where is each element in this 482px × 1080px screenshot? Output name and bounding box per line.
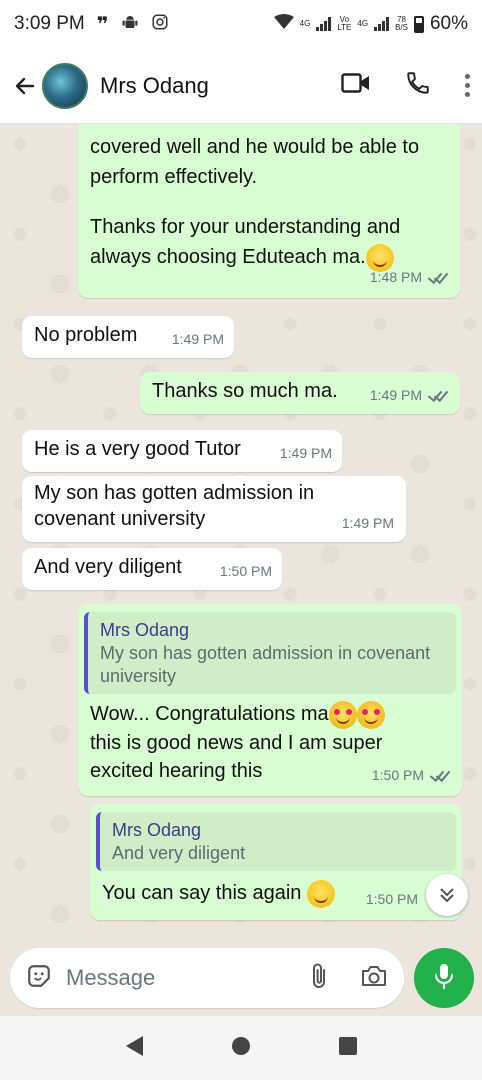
message-outgoing[interactable]: Thanks so much ma. 1:49 PM (140, 372, 460, 414)
quoted-message[interactable]: Mrs Odang My son has gotten admission in… (84, 612, 456, 694)
message-input[interactable] (66, 965, 266, 991)
instagram-notification-icon (151, 13, 169, 36)
message-meta: 1:48 PM (370, 262, 448, 292)
quoted-message[interactable]: Mrs Odang And very diligent (96, 812, 456, 871)
message-time: 1:49 PM (171, 331, 224, 347)
message-text: No problem (34, 324, 138, 346)
volte-indicator: Vo LTE (337, 15, 352, 32)
nav-recents-icon[interactable] (337, 1035, 359, 1062)
quoted-text-line: university (100, 666, 177, 686)
message-line: perform effectively. (90, 166, 258, 188)
message-time: 1:50 PM (365, 891, 418, 907)
message-line: this is good news and I am super (90, 731, 383, 754)
message-line: always choosing Eduteach ma. (90, 246, 366, 268)
composer (0, 940, 482, 1016)
message-incoming[interactable]: And very diligent 1:50 PM (22, 548, 282, 590)
message-time: 1:50 PM (219, 563, 272, 579)
message-time: 1:50 PM (371, 767, 424, 783)
message-outgoing-reply[interactable]: Mrs Odang And very diligent You can say … (90, 804, 462, 920)
wifi-icon (273, 13, 294, 35)
message-line: Wow... Congratulations ma (90, 703, 329, 725)
quoted-sender: Mrs Odang (100, 620, 190, 640)
quoted-text-line: My son has gotten admission in covenant (100, 643, 431, 663)
signal-2-icon (374, 17, 390, 31)
read-receipt-icon (428, 271, 448, 283)
battery-icon (413, 15, 424, 33)
message-line: My son has gotten admission in (34, 482, 315, 504)
message-time: 1:48 PM (369, 269, 422, 285)
message-meta: 1:50 PM (372, 760, 450, 790)
message-incoming[interactable]: No problem 1:49 PM (22, 316, 234, 358)
attach-icon[interactable] (308, 962, 330, 995)
network-type-1: 4G (299, 19, 311, 28)
signal-1-icon (316, 17, 332, 31)
quoted-sender: Mrs Odang (112, 820, 202, 840)
message-time: 1:49 PM (369, 387, 422, 403)
message-input-pill[interactable] (10, 948, 404, 1008)
message-text: Thanks so much ma. (152, 380, 338, 402)
scroll-down-icon[interactable] (426, 874, 468, 916)
message-text: And very diligent (34, 556, 182, 578)
message-line: covered well and he would be able to (90, 136, 420, 158)
message-line: Thanks for your understanding and (90, 216, 401, 238)
camera-icon[interactable] (360, 964, 388, 993)
back-arrow-icon[interactable] (12, 73, 38, 99)
quoted-text: And very diligent (112, 843, 246, 863)
contact-avatar[interactable] (42, 62, 88, 109)
message-incoming[interactable]: My son has gotten admission in covenant … (22, 476, 406, 542)
hearts-face-emoji-icon (328, 700, 357, 729)
data-speed: 78 B/S (395, 15, 408, 32)
message-incoming[interactable]: He is a very good Tutor 1:49 PM (22, 430, 342, 472)
mic-button[interactable] (414, 948, 474, 1008)
nav-home-icon[interactable] (230, 1035, 252, 1062)
message-time: 1:49 PM (279, 445, 332, 461)
read-receipt-icon (430, 769, 450, 781)
read-receipt-icon (428, 389, 448, 401)
battery-percent: 60% (429, 13, 468, 34)
message-line: covenant university (34, 508, 206, 530)
nav-back-icon[interactable] (123, 1034, 145, 1063)
message-outgoing-reply[interactable]: Mrs Odang My son has gotten admission in… (78, 604, 462, 796)
grinning-emoji-icon (306, 879, 335, 908)
message-text: He is a very good Tutor (34, 438, 241, 460)
emoji-sticker-icon[interactable] (26, 963, 52, 994)
message-meta: 1:49 PM (370, 380, 448, 410)
chat-header: Mrs Odang (0, 48, 482, 124)
message-outgoing[interactable]: covered well and he would be able to per… (78, 124, 460, 298)
status-time: 3:09 PM (14, 13, 85, 34)
message-time: 1:49 PM (341, 515, 394, 531)
more-options-icon[interactable] (465, 74, 470, 97)
status-bar: 3:09 PM ❞ 4G Vo LTE 4G 78 B/S 60% (0, 0, 482, 48)
message-text: You can say this again (102, 882, 302, 904)
network-type-2: 4G (357, 19, 369, 28)
video-call-icon[interactable] (341, 72, 371, 99)
mic-icon (433, 962, 455, 995)
contact-name[interactable]: Mrs Odang (100, 73, 209, 99)
android-notification-icon (121, 13, 139, 36)
hearts-face-emoji-icon (356, 700, 385, 729)
system-nav-bar (0, 1016, 482, 1080)
chat-area[interactable]: covered well and he would be able to per… (0, 124, 482, 940)
quote-notification-icon: ❞ (96, 13, 109, 36)
phone-icon[interactable] (405, 70, 431, 101)
